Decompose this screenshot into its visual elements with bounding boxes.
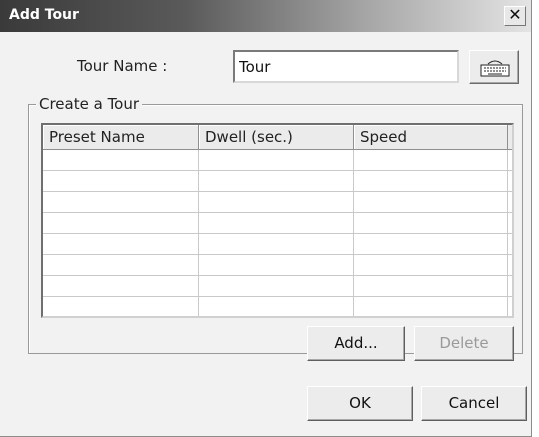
add-tour-dialog: Add Tour ✕ Tour Name : Create a Tour Pre… — [0, 0, 532, 437]
column-header-speed[interactable]: Speed — [354, 125, 508, 149]
table-cell — [354, 276, 508, 297]
table-row[interactable] — [43, 276, 512, 297]
table-cell — [43, 213, 199, 234]
delete-button[interactable]: Delete — [414, 326, 514, 361]
table-cell — [43, 171, 199, 192]
table-cell — [199, 234, 354, 255]
table-cell — [354, 234, 508, 255]
preset-table[interactable]: Preset Name Dwell (sec.) Speed — [41, 123, 514, 318]
table-cell — [199, 297, 354, 316]
table-cell — [354, 213, 508, 234]
table-cell — [199, 255, 354, 276]
table-cell — [43, 150, 199, 171]
on-screen-keyboard-button[interactable] — [469, 50, 519, 84]
tour-name-label: Tour Name : — [77, 57, 168, 75]
table-cell — [199, 213, 354, 234]
keyboard-icon — [480, 60, 510, 77]
table-row[interactable] — [43, 234, 512, 255]
table-cell — [43, 255, 199, 276]
table-row[interactable] — [43, 255, 512, 276]
table-row[interactable] — [43, 213, 512, 234]
table-row[interactable] — [43, 297, 512, 316]
title-bar: Add Tour ✕ — [0, 0, 531, 32]
column-header-preset-name[interactable]: Preset Name — [43, 125, 199, 149]
table-cell — [199, 192, 354, 213]
table-cell — [43, 297, 199, 316]
table-cell — [43, 192, 199, 213]
table-cell — [354, 171, 508, 192]
table-cell — [199, 171, 354, 192]
table-cell — [43, 234, 199, 255]
add-button[interactable]: Add... — [307, 326, 405, 361]
table-cell — [354, 297, 508, 316]
close-button[interactable]: ✕ — [504, 6, 526, 26]
ok-button[interactable]: OK — [307, 386, 413, 421]
table-row[interactable] — [43, 150, 512, 171]
cancel-button[interactable]: Cancel — [421, 386, 527, 421]
table-cell — [43, 276, 199, 297]
table-cell — [354, 192, 508, 213]
column-header-dwell[interactable]: Dwell (sec.) — [199, 125, 354, 149]
table-header: Preset Name Dwell (sec.) Speed — [43, 125, 512, 150]
table-row[interactable] — [43, 171, 512, 192]
close-icon: ✕ — [508, 5, 522, 24]
table-row[interactable] — [43, 192, 512, 213]
tour-name-input[interactable] — [233, 50, 459, 83]
table-cell — [354, 255, 508, 276]
table-cell — [199, 276, 354, 297]
table-cell — [354, 150, 508, 171]
window-title: Add Tour — [9, 7, 79, 23]
create-tour-legend: Create a Tour — [36, 95, 143, 113]
table-cell — [199, 150, 354, 171]
